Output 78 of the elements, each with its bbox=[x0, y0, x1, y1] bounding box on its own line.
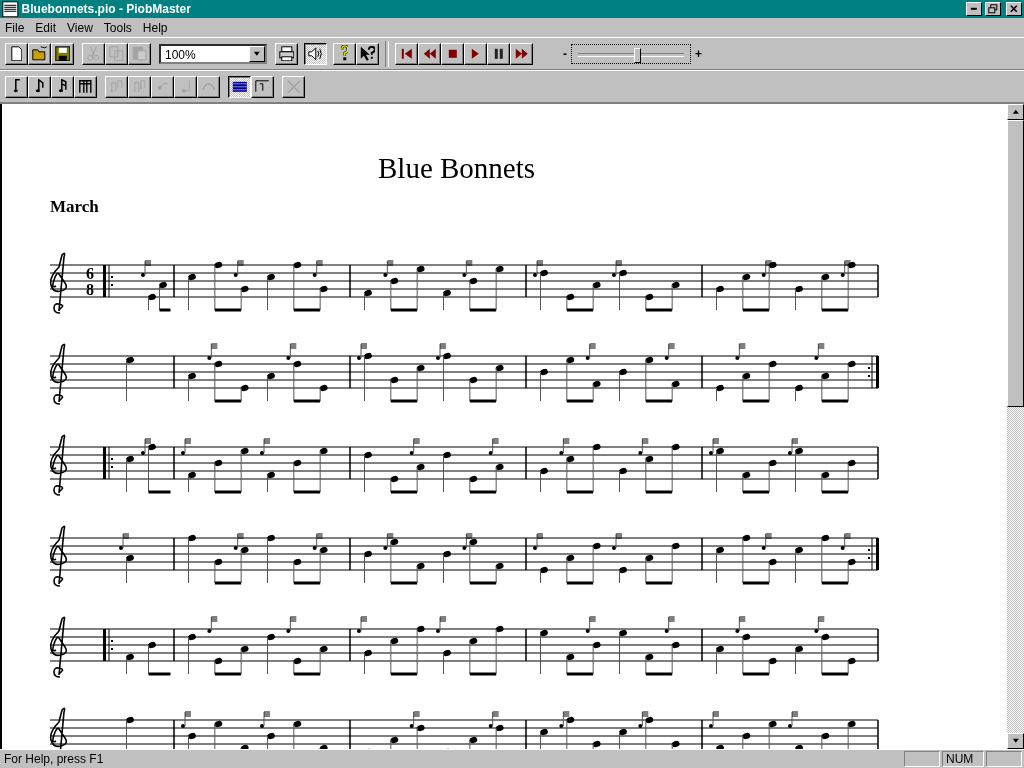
skip-start-button[interactable] bbox=[395, 42, 418, 65]
score-subtitle: March bbox=[50, 197, 99, 217]
tie-arc-icon bbox=[201, 82, 216, 91]
rewind-icon bbox=[422, 47, 437, 60]
grace-group-icon bbox=[133, 80, 146, 93]
staff-lines-icon bbox=[231, 80, 248, 93]
grace-group-icon bbox=[110, 80, 123, 93]
slider-plus-label: + bbox=[695, 46, 702, 61]
tempo-slider[interactable] bbox=[571, 43, 691, 64]
fast-forward-icon bbox=[514, 47, 529, 60]
question-mark-button[interactable] bbox=[333, 42, 356, 65]
eighth-note-button[interactable] bbox=[28, 75, 51, 98]
minimize-icon bbox=[970, 7, 978, 11]
close-icon bbox=[1010, 5, 1018, 13]
menu-item[interactable]: File bbox=[0, 20, 31, 35]
volta-bracket-icon bbox=[255, 80, 270, 93]
printer-icon bbox=[278, 45, 295, 62]
restore-button[interactable] bbox=[985, 2, 1001, 16]
up-arrow-icon bbox=[1011, 109, 1020, 115]
menu-item[interactable]: View bbox=[62, 20, 99, 35]
pause-button[interactable] bbox=[487, 42, 510, 65]
menu-item[interactable]: Edit bbox=[30, 20, 63, 35]
clipboard-icon bbox=[132, 46, 147, 61]
app-icon bbox=[2, 0, 19, 18]
close-button[interactable] bbox=[1006, 2, 1022, 16]
scroll-down-button[interactable] bbox=[1007, 733, 1024, 749]
slider-minus-label: - bbox=[563, 46, 567, 61]
beamed-notes-button[interactable] bbox=[74, 75, 97, 98]
scrollbar-thumb[interactable] bbox=[1007, 120, 1024, 407]
play-icon bbox=[471, 47, 480, 60]
printer-button[interactable] bbox=[275, 42, 298, 65]
quarter-note-button[interactable] bbox=[5, 75, 28, 98]
speaker-button[interactable] bbox=[304, 42, 327, 65]
status-indicator: NUM bbox=[942, 751, 984, 767]
open-folder-button[interactable] bbox=[28, 42, 51, 65]
open-folder-icon bbox=[31, 46, 48, 61]
sixteenth-note-button[interactable] bbox=[51, 75, 74, 98]
pointer-question-button[interactable] bbox=[356, 42, 379, 65]
quarter-note-icon bbox=[12, 79, 21, 94]
play-button[interactable] bbox=[464, 42, 487, 65]
minimize-button[interactable] bbox=[966, 2, 982, 16]
new-file-button[interactable] bbox=[5, 42, 28, 65]
window-title: Bluebonnets.pio - PiobMaster bbox=[21, 2, 191, 16]
dropdown-caret-icon bbox=[253, 50, 261, 57]
skip-start-icon bbox=[400, 47, 413, 60]
scroll-up-button[interactable] bbox=[1007, 104, 1024, 120]
copy-pages-icon bbox=[109, 45, 124, 62]
status-message: For Help, press F1 bbox=[3, 752, 105, 766]
status-panel bbox=[986, 751, 1022, 767]
zoom-combo[interactable]: 100% bbox=[159, 43, 267, 64]
grace-note-icon bbox=[156, 82, 169, 91]
menu-item[interactable]: Help bbox=[137, 20, 174, 35]
question-mark-icon bbox=[340, 45, 349, 62]
menu-item[interactable]: Tools bbox=[98, 20, 138, 35]
time-signature: 6 bbox=[86, 265, 94, 282]
fast-forward-button[interactable] bbox=[510, 42, 533, 65]
score-title: Blue Bonnets bbox=[378, 151, 536, 185]
stem-note-icon bbox=[180, 79, 191, 94]
time-signature: 8 bbox=[86, 281, 94, 298]
scissors-icon bbox=[87, 45, 100, 62]
sixteenth-note-icon bbox=[58, 79, 67, 94]
beamed-notes-icon bbox=[79, 79, 92, 94]
delete-cross-icon bbox=[286, 79, 301, 94]
restore-icon bbox=[988, 4, 998, 14]
stop-icon bbox=[447, 48, 458, 59]
new-file-icon bbox=[10, 45, 23, 62]
pointer-question-icon bbox=[359, 45, 376, 62]
pause-icon bbox=[493, 47, 504, 60]
staff-lines-button[interactable] bbox=[228, 75, 251, 98]
stop-button[interactable] bbox=[441, 42, 464, 65]
eighth-note-icon bbox=[35, 79, 44, 94]
status-panel bbox=[904, 751, 940, 767]
volta-bracket-button[interactable] bbox=[251, 75, 274, 98]
down-arrow-icon bbox=[1011, 738, 1020, 744]
slider-thumb[interactable] bbox=[634, 47, 642, 63]
speaker-icon bbox=[308, 46, 323, 61]
save-disk-button[interactable] bbox=[51, 42, 74, 65]
rewind-button[interactable] bbox=[418, 42, 441, 65]
